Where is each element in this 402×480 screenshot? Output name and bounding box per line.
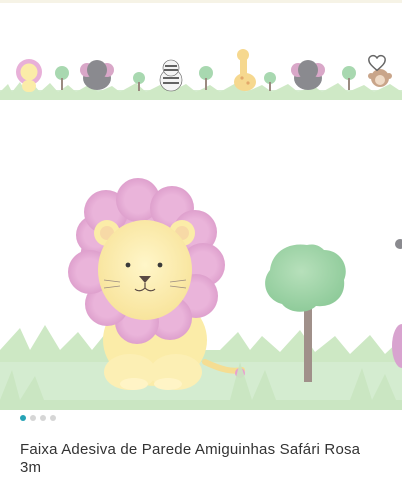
- top-divider: [0, 0, 402, 3]
- pager-dot-3[interactable]: [40, 415, 46, 421]
- pager-dot-2[interactable]: [30, 415, 36, 421]
- mini-elephant: [80, 60, 114, 90]
- image-pager: [20, 415, 56, 421]
- safari-border-preview: [0, 49, 402, 100]
- heart-outline-icon: [368, 54, 386, 72]
- pager-dot-1[interactable]: [20, 415, 26, 421]
- pager-dot-4[interactable]: [50, 415, 56, 421]
- thumbnail-strip: [0, 0, 402, 101]
- mini-elephant-2: [291, 60, 325, 90]
- mini-giraffe: [234, 49, 256, 91]
- lion-tree-artwork: [0, 178, 402, 410]
- product-image[interactable]: [0, 100, 402, 410]
- favorite-button[interactable]: [364, 50, 390, 76]
- mini-zebra: [159, 59, 183, 92]
- product-title: Faixa Adesiva de Parede Amiguinhas Safár…: [20, 441, 361, 476]
